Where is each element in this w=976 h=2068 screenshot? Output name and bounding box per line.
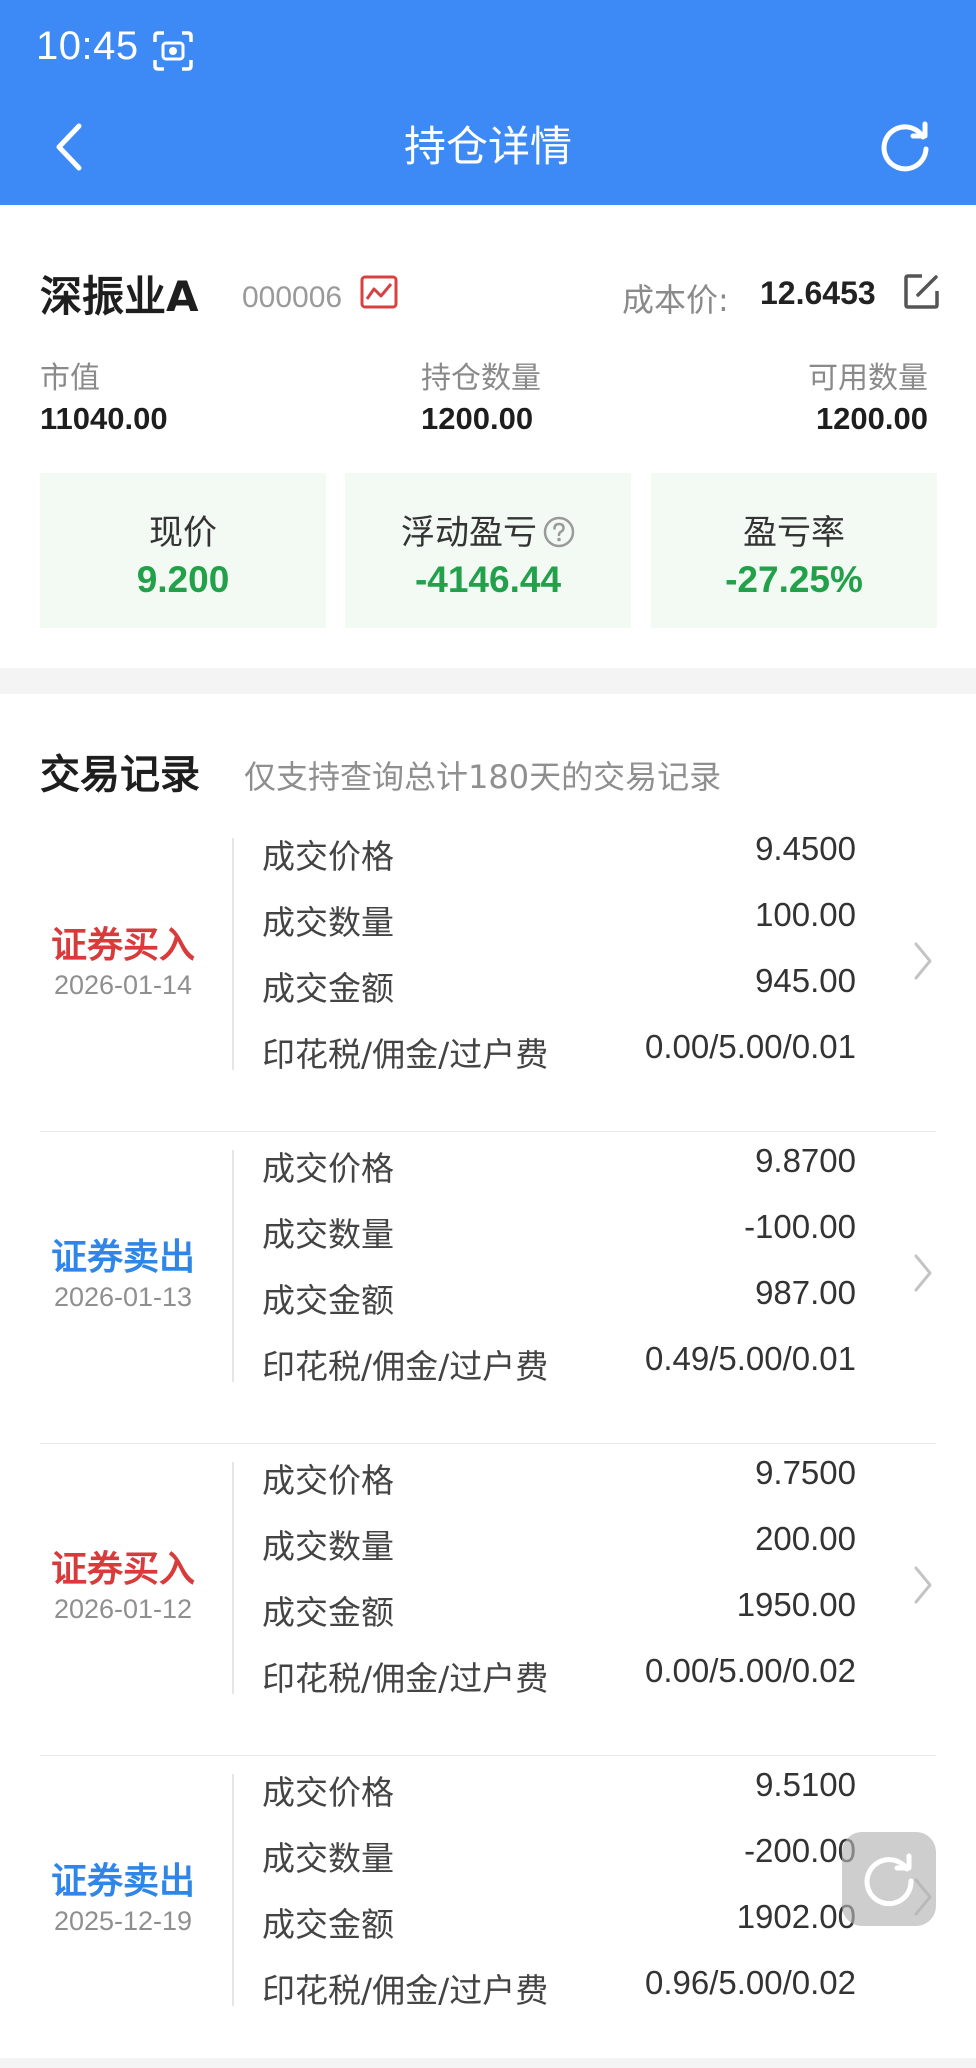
trade-date: 2026-01-13	[53, 1282, 193, 1312]
qty-value: 100.00	[755, 896, 856, 933]
price-label: 成交价格	[262, 1461, 394, 1500]
trade-type: 证券卖出	[50, 1237, 195, 1278]
pnl-rate-label: 盈亏率	[743, 513, 845, 553]
stock-name: 深振业A	[40, 272, 199, 321]
price-label: 成交价格	[262, 837, 394, 876]
divider	[232, 838, 234, 1070]
amount-label: 成交金额	[262, 1281, 394, 1320]
trade-type: 证券卖出	[50, 1861, 195, 1902]
records-subtitle: 仅支持查询总计180天的交易记录	[244, 758, 722, 796]
floating-pnl-value: -4146.44	[414, 559, 562, 600]
fees-label: 印花税/佣金/过户费	[262, 1035, 549, 1074]
amount-value: 945.00	[755, 962, 856, 999]
current-price-label: 现价	[149, 513, 217, 553]
floating-refresh-button[interactable]	[842, 1832, 936, 1926]
refresh-button[interactable]	[870, 112, 940, 182]
chevron-right-icon	[914, 1254, 932, 1292]
qty-label: 成交数量	[262, 1215, 394, 1254]
trade-records: 交易记录 仅支持查询总计180天的交易记录 证券买入 2026-01-14 成交…	[0, 694, 976, 2058]
trade-type: 证券买入	[50, 1549, 195, 1590]
fees-label: 印花税/佣金/过户费	[262, 1347, 549, 1386]
trade-record-row[interactable]: 证券卖出 2025-12-19 成交价格 9.5100 成交数量 -200.00…	[40, 1756, 936, 2068]
qty-value: -100.00	[744, 1208, 856, 1245]
qty-value: -200.00	[744, 1832, 856, 1869]
trade-record-row[interactable]: 证券买入 2026-01-12 成交价格 9.7500 成交数量 200.00 …	[40, 1444, 936, 1756]
help-icon[interactable]	[543, 516, 575, 548]
price-value: 9.8700	[755, 1142, 856, 1179]
fees-value: 0.49/5.00/0.01	[644, 1340, 856, 1377]
amount-value: 1950.00	[736, 1586, 856, 1623]
stock-code: 000006	[242, 281, 343, 314]
current-price-value: 9.200	[136, 559, 230, 600]
trade-record-row[interactable]: 证券卖出 2026-01-13 成交价格 9.8700 成交数量 -100.00…	[40, 1132, 936, 1444]
trade-record-row[interactable]: 证券买入 2026-01-14 成交价格 9.4500 成交数量 100.00 …	[40, 820, 936, 1132]
trade-date: 2025-12-19	[53, 1906, 193, 1936]
top-bar: 10:45 持仓详情	[0, 0, 976, 205]
amount-label: 成交金额	[262, 969, 394, 1008]
pnl-rate-value: -27.25%	[725, 559, 863, 600]
fees-value: 0.96/5.00/0.02	[644, 1964, 856, 2001]
price-value: 9.7500	[755, 1454, 856, 1491]
page-title: 持仓详情	[403, 122, 572, 171]
cost-price-label: 成本价:	[622, 281, 729, 319]
fees-value: 0.00/5.00/0.02	[644, 1652, 856, 1689]
available-qty-value: 1200.00	[815, 401, 928, 436]
price-label: 成交价格	[262, 1773, 394, 1812]
cost-price-value: 12.6453	[760, 275, 876, 311]
price-label: 成交价格	[262, 1149, 394, 1188]
trade-date: 2026-01-12	[53, 1594, 193, 1624]
divider	[232, 1462, 234, 1694]
floating-pnl-label: 浮动盈亏	[401, 513, 537, 553]
market-value: 11040.00	[40, 401, 168, 436]
edit-icon[interactable]	[902, 271, 942, 311]
trade-type: 证券买入	[50, 925, 195, 966]
price-value: 9.5100	[755, 1766, 856, 1803]
price-value: 9.4500	[755, 830, 856, 867]
amount-label: 成交金额	[262, 1905, 394, 1944]
pnl-rate-box: 盈亏率 -27.25%	[651, 473, 937, 628]
holding-qty-value: 1200.00	[421, 401, 534, 436]
chart-icon[interactable]	[360, 275, 398, 309]
amount-value: 987.00	[755, 1274, 856, 1311]
screenshot-icon	[153, 31, 193, 71]
status-time: 10:45	[36, 24, 139, 68]
records-title: 交易记录	[40, 752, 200, 798]
current-price-box: 现价 9.200	[40, 473, 326, 628]
refresh-icon	[881, 121, 929, 172]
amount-value: 1902.00	[736, 1898, 856, 1935]
fees-label: 印花税/佣金/过户费	[262, 1659, 549, 1698]
qty-value: 200.00	[755, 1520, 856, 1557]
position-summary: 深振业A 000006 成本价: 12.6453 市值 11040.00 持仓数…	[0, 205, 976, 668]
holding-qty-label: 持仓数量	[421, 361, 541, 396]
floating-refresh-icon	[864, 1853, 914, 1907]
chevron-right-icon	[914, 1566, 932, 1604]
trade-date: 2026-01-14	[53, 970, 193, 1000]
qty-label: 成交数量	[262, 1527, 394, 1566]
divider	[232, 1150, 234, 1382]
fees-value: 0.00/5.00/0.01	[644, 1028, 856, 1065]
chevron-right-icon	[914, 942, 932, 980]
qty-label: 成交数量	[262, 903, 394, 942]
floating-pnl-box: 浮动盈亏 -4146.44	[345, 473, 631, 628]
fees-label: 印花税/佣金/过户费	[262, 1971, 549, 2010]
available-qty-label: 可用数量	[808, 361, 928, 396]
amount-label: 成交金额	[262, 1593, 394, 1632]
qty-label: 成交数量	[262, 1839, 394, 1878]
market-value-label: 市值	[40, 361, 100, 396]
divider	[232, 1774, 234, 2006]
